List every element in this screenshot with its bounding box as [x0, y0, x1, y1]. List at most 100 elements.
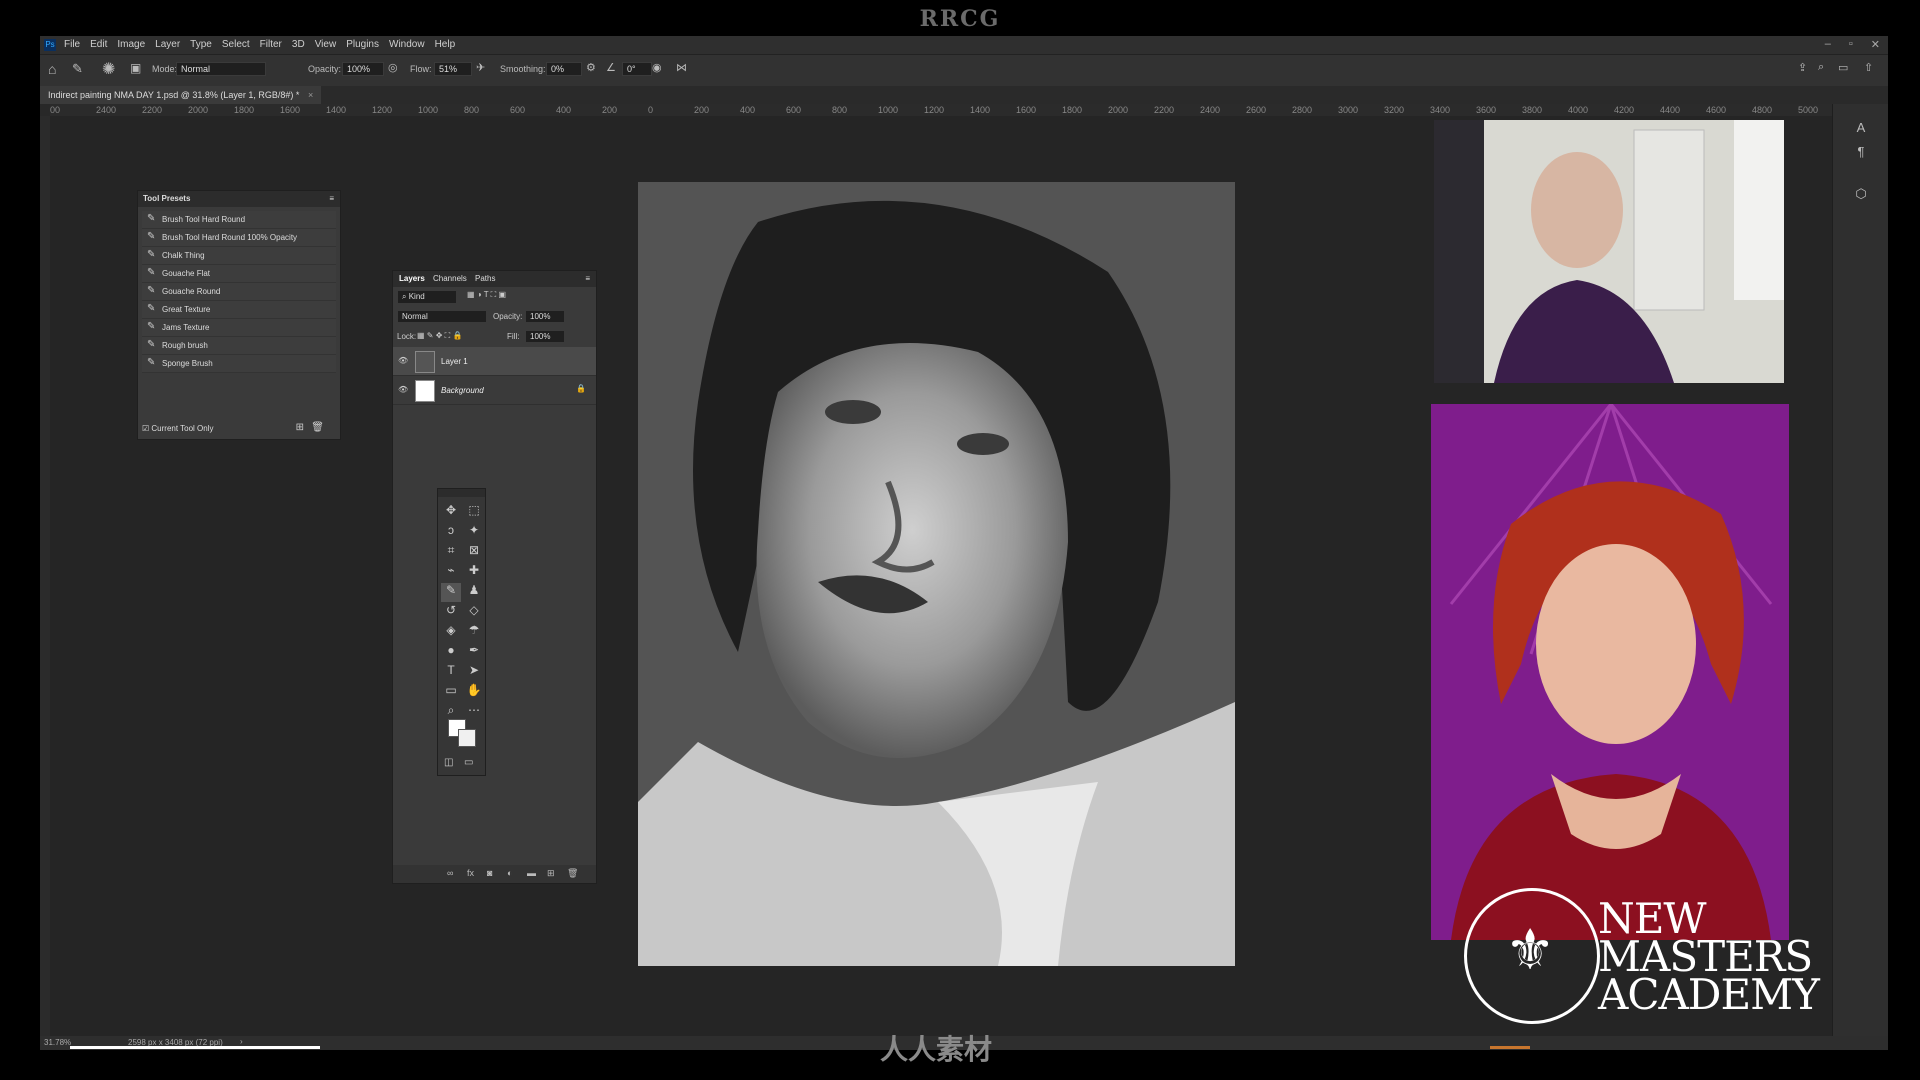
menu-item-select[interactable]: Select — [222, 39, 250, 50]
menu-item-layer[interactable]: Layer — [155, 39, 180, 50]
brush-preset-picker-icon[interactable]: ✺ — [102, 59, 115, 79]
blend-mode-select[interactable]: Normal — [397, 310, 487, 323]
healing-brush-icon[interactable]: ✚ — [464, 563, 484, 582]
preset-item[interactable]: ✎ Chalk Thing — [142, 247, 336, 265]
preset-item[interactable]: ✎ Brush Tool Hard Round 100% Opacity — [142, 229, 336, 247]
eraser-icon[interactable]: ◇ — [464, 603, 484, 622]
new-preset-icon[interactable]: ⊞ — [296, 422, 304, 433]
preset-item[interactable]: ✎ Great Texture — [142, 301, 336, 319]
magic-wand-icon[interactable]: ✦ — [464, 523, 484, 542]
paragraph-icon[interactable]: ¶ — [1853, 144, 1869, 160]
menu-item-image[interactable]: Image — [117, 39, 145, 50]
lock-icons[interactable]: ▦ ✎ ✥ ⛶ 🔒 — [417, 331, 462, 341]
search-icon[interactable]: ⌕ — [1818, 61, 1824, 74]
3d-icon[interactable]: ⬡ — [1853, 186, 1869, 202]
delete-preset-icon[interactable]: 🗑 — [311, 422, 324, 433]
move-tool-icon[interactable]: ✥ — [441, 503, 461, 522]
menu-item-view[interactable]: View — [315, 39, 337, 50]
gear-icon[interactable]: ⚙ — [586, 61, 596, 74]
character-icon[interactable]: A — [1853, 120, 1869, 136]
pressure-size-icon[interactable]: ◉ — [652, 61, 662, 74]
menu-item-filter[interactable]: Filter — [260, 39, 282, 50]
smudge-tool-icon[interactable]: ☂ — [464, 623, 484, 642]
fx-icon[interactable]: fx — [467, 868, 474, 878]
menu-item-window[interactable]: Window — [389, 39, 425, 50]
angle-icon[interactable]: ∠ — [606, 61, 616, 74]
preset-item[interactable]: ✎ Sponge Brush — [142, 355, 336, 373]
panel-menu-icon[interactable]: ≡ — [329, 194, 334, 203]
home-icon[interactable]: ⌂ — [48, 61, 56, 77]
visibility-eye-icon[interactable]: 👁 — [398, 356, 408, 365]
frame-tool-icon[interactable]: ⊠ — [464, 543, 484, 562]
panel-menu-icon[interactable]: ≡ — [585, 274, 590, 283]
layer-opacity-field[interactable]: 100% — [525, 310, 565, 323]
rectangle-tool-icon[interactable]: ▭ — [441, 683, 461, 702]
delete-layer-icon[interactable]: 🗑 — [567, 868, 578, 879]
minimize-button[interactable]: – — [1825, 38, 1831, 51]
fill-field[interactable]: 100% — [525, 330, 565, 343]
brush-tool-icon[interactable]: ✎ — [72, 61, 83, 77]
workspace-icon[interactable]: ▭ — [1838, 61, 1848, 74]
tab-paths[interactable]: Paths — [475, 274, 495, 283]
menu-item-plugins[interactable]: Plugins — [346, 39, 379, 50]
filter-icons[interactable]: ▦ ◑ T ⛶ ▣ — [467, 290, 506, 300]
mode-select[interactable]: Normal — [176, 62, 266, 76]
current-tool-only-checkbox[interactable]: ☑ Current Tool Only — [142, 424, 214, 433]
pressure-opacity-icon[interactable]: ◎ — [388, 61, 398, 74]
menu-item-help[interactable]: Help — [435, 39, 456, 50]
eyedropper-icon[interactable]: ⌁ — [441, 563, 461, 582]
paint-bucket-icon[interactable]: ◈ — [441, 623, 461, 642]
brush-settings-icon[interactable]: ▣ — [130, 61, 141, 75]
close-tab-icon[interactable]: × — [308, 90, 313, 100]
layer-filter-select[interactable]: ⌕ Kind — [397, 290, 457, 304]
link-layers-icon[interactable]: ∞ — [447, 868, 453, 878]
restore-button[interactable]: ▫ — [1849, 38, 1853, 51]
stamp-tool-icon[interactable]: ♟ — [464, 583, 484, 602]
quick-mask-icon[interactable]: ◫ — [444, 757, 453, 768]
export-icon[interactable]: ⇧ — [1864, 61, 1873, 74]
preset-item[interactable]: ✎ Gouache Round — [142, 283, 336, 301]
group-icon[interactable]: ▬ — [527, 868, 536, 878]
more-tools-icon[interactable]: ⋯ — [464, 703, 484, 722]
preset-item[interactable]: ✎ Gouache Flat — [142, 265, 336, 283]
menu-item-file[interactable]: File — [64, 39, 80, 50]
visibility-eye-icon[interactable]: 👁 — [398, 385, 408, 394]
pen-tool-icon[interactable]: ✒ — [464, 643, 484, 662]
marquee-tool-icon[interactable]: ⬚ — [464, 503, 484, 522]
layer-row[interactable]: 👁 Layer 1 — [393, 347, 596, 376]
menu-item-edit[interactable]: Edit — [90, 39, 107, 50]
new-layer-icon[interactable]: ⊞ — [547, 868, 555, 879]
history-brush-icon[interactable]: ↺ — [441, 603, 461, 622]
zoom-level[interactable]: 31.78% — [44, 1038, 71, 1047]
angle-field[interactable]: 0° — [622, 62, 652, 76]
menu-item-3d[interactable]: 3D — [292, 39, 305, 50]
tab-channels[interactable]: Channels — [433, 274, 467, 283]
smoothing-field[interactable]: 0% — [546, 62, 582, 76]
opacity-field[interactable]: 100% — [342, 62, 384, 76]
lasso-tool-icon[interactable]: ↄ — [441, 523, 461, 542]
menu-item-type[interactable]: Type — [190, 39, 212, 50]
tab-document[interactable]: Indirect painting NMA DAY 1.psd @ 31.8% … — [40, 86, 322, 104]
symmetry-icon[interactable]: ⋈ — [676, 61, 687, 74]
status-arrow-icon[interactable]: › — [240, 1037, 243, 1046]
painting-canvas[interactable] — [638, 182, 1235, 966]
mask-icon[interactable]: ◙ — [487, 868, 492, 878]
screen-mode-icon[interactable]: ▭ — [464, 757, 473, 768]
preset-item[interactable]: ✎ Brush Tool Hard Round — [142, 211, 336, 229]
close-button[interactable]: ✕ — [1871, 38, 1880, 51]
hand-tool-icon[interactable]: ✋ — [464, 683, 484, 702]
background-color-swatch[interactable] — [458, 729, 476, 747]
tab-layers[interactable]: Layers — [399, 274, 425, 283]
layer-row[interactable]: 👁 Background 🔒 — [393, 376, 596, 405]
flow-field[interactable]: 51% — [434, 62, 472, 76]
type-tool-icon[interactable]: T — [441, 663, 461, 682]
airbrush-icon[interactable]: ✈ — [476, 61, 485, 74]
crop-tool-icon[interactable]: ⌗ — [441, 543, 461, 562]
path-selection-icon[interactable]: ➤ — [464, 663, 484, 682]
dodge-tool-icon[interactable]: ● — [441, 643, 461, 662]
share-icon[interactable]: ⇪ — [1798, 61, 1807, 74]
preset-item[interactable]: ✎ Jams Texture — [142, 319, 336, 337]
preset-item[interactable]: ✎ Rough brush — [142, 337, 336, 355]
brush-tool-icon[interactable]: ✎ — [441, 583, 461, 602]
adjustment-icon[interactable]: ◐ — [507, 868, 512, 878]
